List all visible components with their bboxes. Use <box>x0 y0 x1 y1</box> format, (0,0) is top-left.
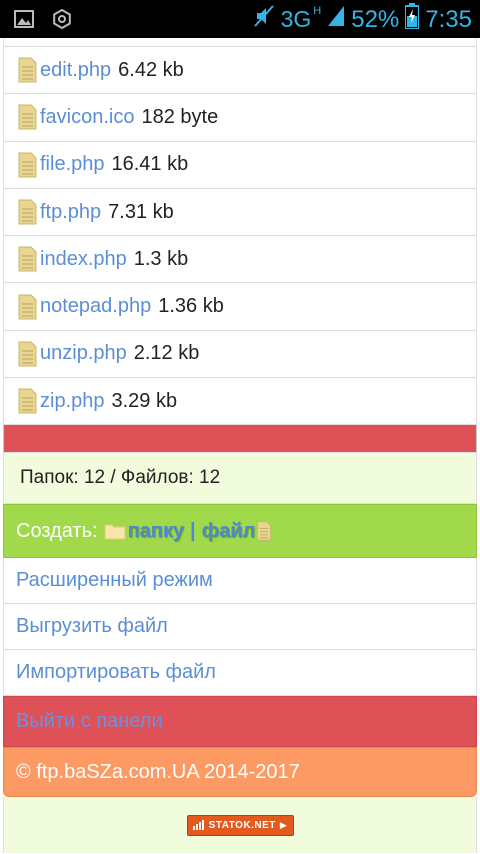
file-icon <box>18 294 37 320</box>
file-icon <box>18 152 37 178</box>
file-row[interactable]: file.php 16.41 kb <box>3 141 477 189</box>
network-subtype: H <box>313 4 322 17</box>
file-row[interactable]: zip.php 3.29 kb <box>3 378 477 426</box>
file-row[interactable]: index.php 1.3 kb <box>3 236 477 284</box>
mute-icon <box>253 4 275 35</box>
file-size: 1.3 kb <box>133 247 189 270</box>
file-size: 3.29 kb <box>111 389 178 412</box>
file-link[interactable]: ftp.php <box>40 201 101 224</box>
create-label: Создать: <box>16 519 98 542</box>
file-link[interactable]: edit.php <box>40 59 111 82</box>
file-link[interactable]: index.php <box>40 248 127 271</box>
file-row[interactable]: notepad.php 1.36 kb <box>3 283 477 331</box>
clock: 7:35 <box>425 5 472 33</box>
signal-icon <box>327 5 345 34</box>
create-bar: Создать: папку | файл <box>3 504 477 559</box>
file-size: 2.12 kb <box>133 342 200 365</box>
counter-area: STATOK.NET ▶ <box>3 797 477 854</box>
file-icon <box>18 246 37 272</box>
file-size: 1.36 kb <box>158 295 224 318</box>
file-link[interactable]: notepad.php <box>40 295 151 318</box>
file-link[interactable]: file.php <box>40 153 105 176</box>
battery-icon <box>404 3 421 36</box>
file-icon <box>18 199 37 225</box>
file-row[interactable]: edit.php 6.42 kb <box>3 47 477 95</box>
bars-icon <box>192 820 204 831</box>
divider-bar <box>3 425 477 453</box>
file-link[interactable]: favicon.ico <box>40 106 135 129</box>
file-link[interactable]: zip.php <box>40 390 105 413</box>
file-icon <box>18 104 37 130</box>
folder-file-count: Папок: 12 / Файлов: 12 <box>3 452 477 505</box>
logout-link[interactable]: Выйти с панели <box>3 696 477 748</box>
import-file-link[interactable]: Импортировать файл <box>3 650 477 697</box>
folder-icon <box>104 524 126 540</box>
counter-label: STATOK.NET <box>208 819 276 831</box>
file-icon <box>18 341 37 367</box>
advanced-mode-link[interactable]: Расширенный режим <box>3 558 477 605</box>
status-bar: 3G H 52% 7:35 <box>0 0 480 38</box>
statok-counter-badge[interactable]: STATOK.NET ▶ <box>186 814 294 836</box>
arrow-icon: ▶ <box>279 819 288 830</box>
image-notification-icon <box>14 10 34 33</box>
file-icon <box>257 521 272 541</box>
file-link[interactable]: unzip.php <box>40 342 127 365</box>
file-icon <box>18 388 37 414</box>
file-size: 7.31 kb <box>108 200 174 223</box>
copyright-footer: © ftp.baSZa.com.UA 2014-2017 <box>3 747 477 798</box>
create-folder-link[interactable]: папку <box>128 520 184 543</box>
file-row[interactable]: ftp.php 7.31 kb <box>3 188 477 237</box>
settings-notification-icon <box>52 8 72 34</box>
network-type: 3G <box>280 6 312 32</box>
file-row[interactable]: favicon.ico 182 byte <box>3 94 477 142</box>
battery-percent: 52% <box>351 5 400 33</box>
file-icon <box>18 57 37 83</box>
create-separator: | <box>189 519 196 542</box>
create-file-link[interactable]: файл <box>202 520 256 543</box>
file-size: 6.42 kb <box>118 58 184 81</box>
file-manager: edit.php 6.42 kb favicon.ico 182 byte fi… <box>3 38 477 854</box>
upload-file-link[interactable]: Выгрузить файл <box>3 604 477 651</box>
file-size: 182 byte <box>141 105 219 128</box>
list-top-edge <box>3 38 477 47</box>
file-row[interactable]: unzip.php 2.12 kb <box>3 330 477 379</box>
file-size: 16.41 kb <box>111 153 189 176</box>
